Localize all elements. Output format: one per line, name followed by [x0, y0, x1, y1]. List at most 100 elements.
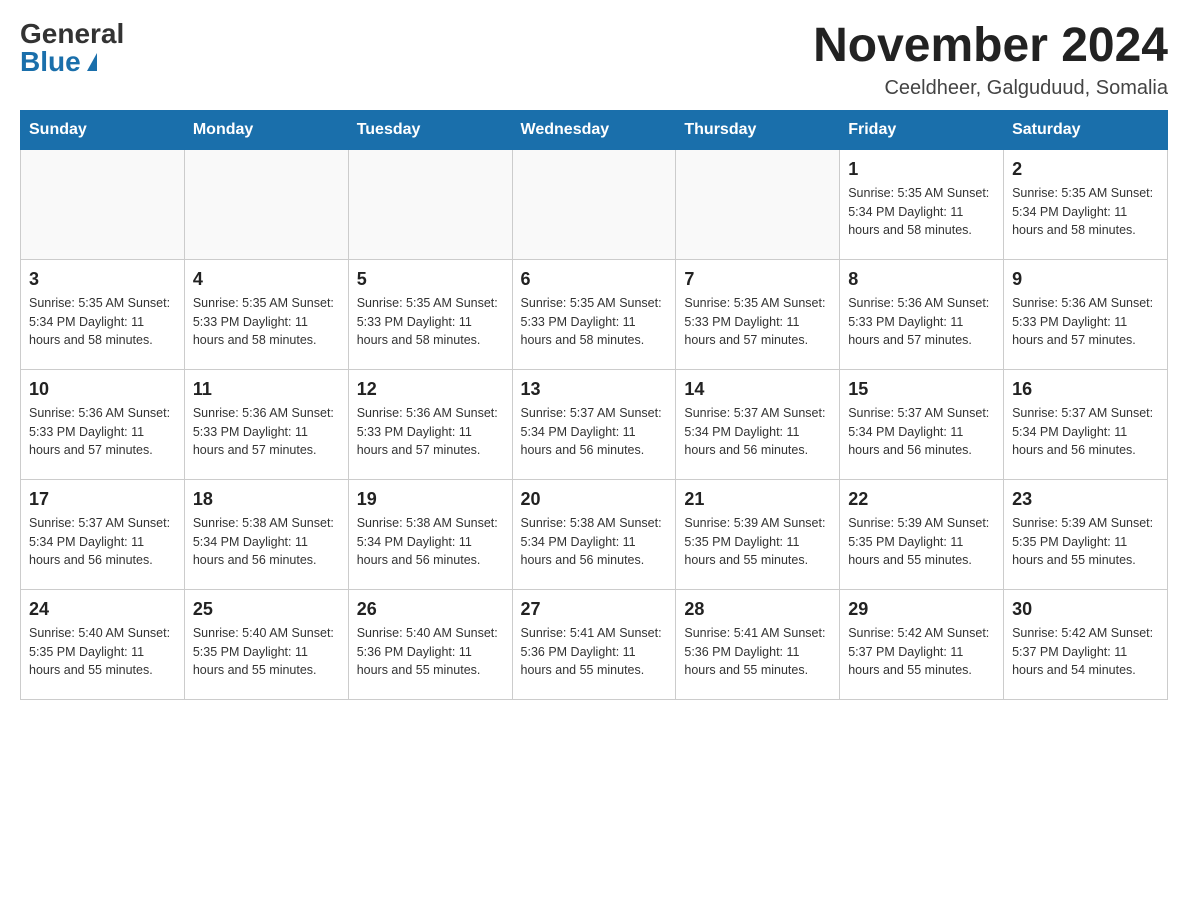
day-number: 25 [193, 596, 340, 622]
day-number: 9 [1012, 266, 1159, 292]
weekday-header-thursday: Thursday [676, 110, 840, 149]
day-number: 30 [1012, 596, 1159, 622]
day-number: 20 [521, 486, 668, 512]
day-number: 27 [521, 596, 668, 622]
calendar-cell [21, 149, 185, 259]
day-info: Sunrise: 5:35 AM Sunset: 5:33 PM Dayligh… [684, 294, 831, 350]
calendar-cell: 26Sunrise: 5:40 AM Sunset: 5:36 PM Dayli… [348, 589, 512, 699]
day-info: Sunrise: 5:37 AM Sunset: 5:34 PM Dayligh… [848, 404, 995, 460]
day-number: 11 [193, 376, 340, 402]
calendar-cell: 5Sunrise: 5:35 AM Sunset: 5:33 PM Daylig… [348, 259, 512, 369]
day-info: Sunrise: 5:42 AM Sunset: 5:37 PM Dayligh… [848, 624, 995, 680]
day-info: Sunrise: 5:36 AM Sunset: 5:33 PM Dayligh… [848, 294, 995, 350]
day-number: 28 [684, 596, 831, 622]
calendar-cell: 9Sunrise: 5:36 AM Sunset: 5:33 PM Daylig… [1004, 259, 1168, 369]
day-info: Sunrise: 5:35 AM Sunset: 5:33 PM Dayligh… [521, 294, 668, 350]
calendar-cell: 6Sunrise: 5:35 AM Sunset: 5:33 PM Daylig… [512, 259, 676, 369]
calendar-cell [184, 149, 348, 259]
calendar-cell: 29Sunrise: 5:42 AM Sunset: 5:37 PM Dayli… [840, 589, 1004, 699]
calendar-cell: 1Sunrise: 5:35 AM Sunset: 5:34 PM Daylig… [840, 149, 1004, 259]
day-info: Sunrise: 5:35 AM Sunset: 5:34 PM Dayligh… [848, 184, 995, 240]
day-info: Sunrise: 5:39 AM Sunset: 5:35 PM Dayligh… [1012, 514, 1159, 570]
calendar-cell: 12Sunrise: 5:36 AM Sunset: 5:33 PM Dayli… [348, 369, 512, 479]
calendar-week-2: 10Sunrise: 5:36 AM Sunset: 5:33 PM Dayli… [21, 369, 1168, 479]
calendar-cell: 8Sunrise: 5:36 AM Sunset: 5:33 PM Daylig… [840, 259, 1004, 369]
page-header: General Blue November 2024 Ceeldheer, Ga… [20, 20, 1168, 100]
calendar-cell [676, 149, 840, 259]
day-number: 4 [193, 266, 340, 292]
logo-blue-text: Blue [20, 48, 97, 76]
calendar-cell: 30Sunrise: 5:42 AM Sunset: 5:37 PM Dayli… [1004, 589, 1168, 699]
calendar-cell: 13Sunrise: 5:37 AM Sunset: 5:34 PM Dayli… [512, 369, 676, 479]
calendar-cell: 2Sunrise: 5:35 AM Sunset: 5:34 PM Daylig… [1004, 149, 1168, 259]
weekday-header-tuesday: Tuesday [348, 110, 512, 149]
calendar-week-1: 3Sunrise: 5:35 AM Sunset: 5:34 PM Daylig… [21, 259, 1168, 369]
calendar-week-4: 24Sunrise: 5:40 AM Sunset: 5:35 PM Dayli… [21, 589, 1168, 699]
day-info: Sunrise: 5:42 AM Sunset: 5:37 PM Dayligh… [1012, 624, 1159, 680]
day-info: Sunrise: 5:36 AM Sunset: 5:33 PM Dayligh… [193, 404, 340, 460]
day-info: Sunrise: 5:36 AM Sunset: 5:33 PM Dayligh… [1012, 294, 1159, 350]
calendar-cell: 23Sunrise: 5:39 AM Sunset: 5:35 PM Dayli… [1004, 479, 1168, 589]
calendar-cell: 28Sunrise: 5:41 AM Sunset: 5:36 PM Dayli… [676, 589, 840, 699]
day-number: 5 [357, 266, 504, 292]
day-number: 18 [193, 486, 340, 512]
day-info: Sunrise: 5:40 AM Sunset: 5:35 PM Dayligh… [193, 624, 340, 680]
day-number: 6 [521, 266, 668, 292]
title-block: November 2024 Ceeldheer, Galguduud, Soma… [813, 20, 1168, 100]
day-info: Sunrise: 5:35 AM Sunset: 5:33 PM Dayligh… [357, 294, 504, 350]
calendar-cell: 17Sunrise: 5:37 AM Sunset: 5:34 PM Dayli… [21, 479, 185, 589]
calendar-cell: 25Sunrise: 5:40 AM Sunset: 5:35 PM Dayli… [184, 589, 348, 699]
day-number: 22 [848, 486, 995, 512]
calendar-cell: 18Sunrise: 5:38 AM Sunset: 5:34 PM Dayli… [184, 479, 348, 589]
day-info: Sunrise: 5:41 AM Sunset: 5:36 PM Dayligh… [521, 624, 668, 680]
calendar-cell: 20Sunrise: 5:38 AM Sunset: 5:34 PM Dayli… [512, 479, 676, 589]
location-title: Ceeldheer, Galguduud, Somalia [813, 77, 1168, 100]
day-info: Sunrise: 5:37 AM Sunset: 5:34 PM Dayligh… [29, 514, 176, 570]
calendar-cell: 27Sunrise: 5:41 AM Sunset: 5:36 PM Dayli… [512, 589, 676, 699]
day-info: Sunrise: 5:41 AM Sunset: 5:36 PM Dayligh… [684, 624, 831, 680]
weekday-header-monday: Monday [184, 110, 348, 149]
weekday-header-row: SundayMondayTuesdayWednesdayThursdayFrid… [21, 110, 1168, 149]
calendar-cell [348, 149, 512, 259]
day-info: Sunrise: 5:35 AM Sunset: 5:33 PM Dayligh… [193, 294, 340, 350]
calendar-cell: 14Sunrise: 5:37 AM Sunset: 5:34 PM Dayli… [676, 369, 840, 479]
calendar-cell: 22Sunrise: 5:39 AM Sunset: 5:35 PM Dayli… [840, 479, 1004, 589]
logo: General Blue [20, 20, 124, 76]
day-info: Sunrise: 5:36 AM Sunset: 5:33 PM Dayligh… [29, 404, 176, 460]
day-info: Sunrise: 5:38 AM Sunset: 5:34 PM Dayligh… [521, 514, 668, 570]
day-info: Sunrise: 5:37 AM Sunset: 5:34 PM Dayligh… [1012, 404, 1159, 460]
day-number: 2 [1012, 156, 1159, 182]
day-number: 19 [357, 486, 504, 512]
day-number: 15 [848, 376, 995, 402]
day-number: 14 [684, 376, 831, 402]
logo-triangle-icon [87, 53, 97, 71]
calendar-cell: 3Sunrise: 5:35 AM Sunset: 5:34 PM Daylig… [21, 259, 185, 369]
calendar-week-0: 1Sunrise: 5:35 AM Sunset: 5:34 PM Daylig… [21, 149, 1168, 259]
weekday-header-wednesday: Wednesday [512, 110, 676, 149]
day-number: 16 [1012, 376, 1159, 402]
day-info: Sunrise: 5:40 AM Sunset: 5:35 PM Dayligh… [29, 624, 176, 680]
day-number: 24 [29, 596, 176, 622]
weekday-header-friday: Friday [840, 110, 1004, 149]
day-info: Sunrise: 5:37 AM Sunset: 5:34 PM Dayligh… [521, 404, 668, 460]
calendar-cell: 19Sunrise: 5:38 AM Sunset: 5:34 PM Dayli… [348, 479, 512, 589]
calendar-cell [512, 149, 676, 259]
calendar-cell: 24Sunrise: 5:40 AM Sunset: 5:35 PM Dayli… [21, 589, 185, 699]
day-number: 8 [848, 266, 995, 292]
calendar-cell: 15Sunrise: 5:37 AM Sunset: 5:34 PM Dayli… [840, 369, 1004, 479]
calendar-cell: 21Sunrise: 5:39 AM Sunset: 5:35 PM Dayli… [676, 479, 840, 589]
day-info: Sunrise: 5:38 AM Sunset: 5:34 PM Dayligh… [193, 514, 340, 570]
day-info: Sunrise: 5:39 AM Sunset: 5:35 PM Dayligh… [848, 514, 995, 570]
day-number: 26 [357, 596, 504, 622]
calendar-cell: 16Sunrise: 5:37 AM Sunset: 5:34 PM Dayli… [1004, 369, 1168, 479]
day-info: Sunrise: 5:36 AM Sunset: 5:33 PM Dayligh… [357, 404, 504, 460]
weekday-header-saturday: Saturday [1004, 110, 1168, 149]
day-info: Sunrise: 5:35 AM Sunset: 5:34 PM Dayligh… [1012, 184, 1159, 240]
calendar-cell: 4Sunrise: 5:35 AM Sunset: 5:33 PM Daylig… [184, 259, 348, 369]
day-info: Sunrise: 5:39 AM Sunset: 5:35 PM Dayligh… [684, 514, 831, 570]
day-number: 1 [848, 156, 995, 182]
day-number: 29 [848, 596, 995, 622]
day-info: Sunrise: 5:35 AM Sunset: 5:34 PM Dayligh… [29, 294, 176, 350]
day-number: 3 [29, 266, 176, 292]
day-info: Sunrise: 5:40 AM Sunset: 5:36 PM Dayligh… [357, 624, 504, 680]
